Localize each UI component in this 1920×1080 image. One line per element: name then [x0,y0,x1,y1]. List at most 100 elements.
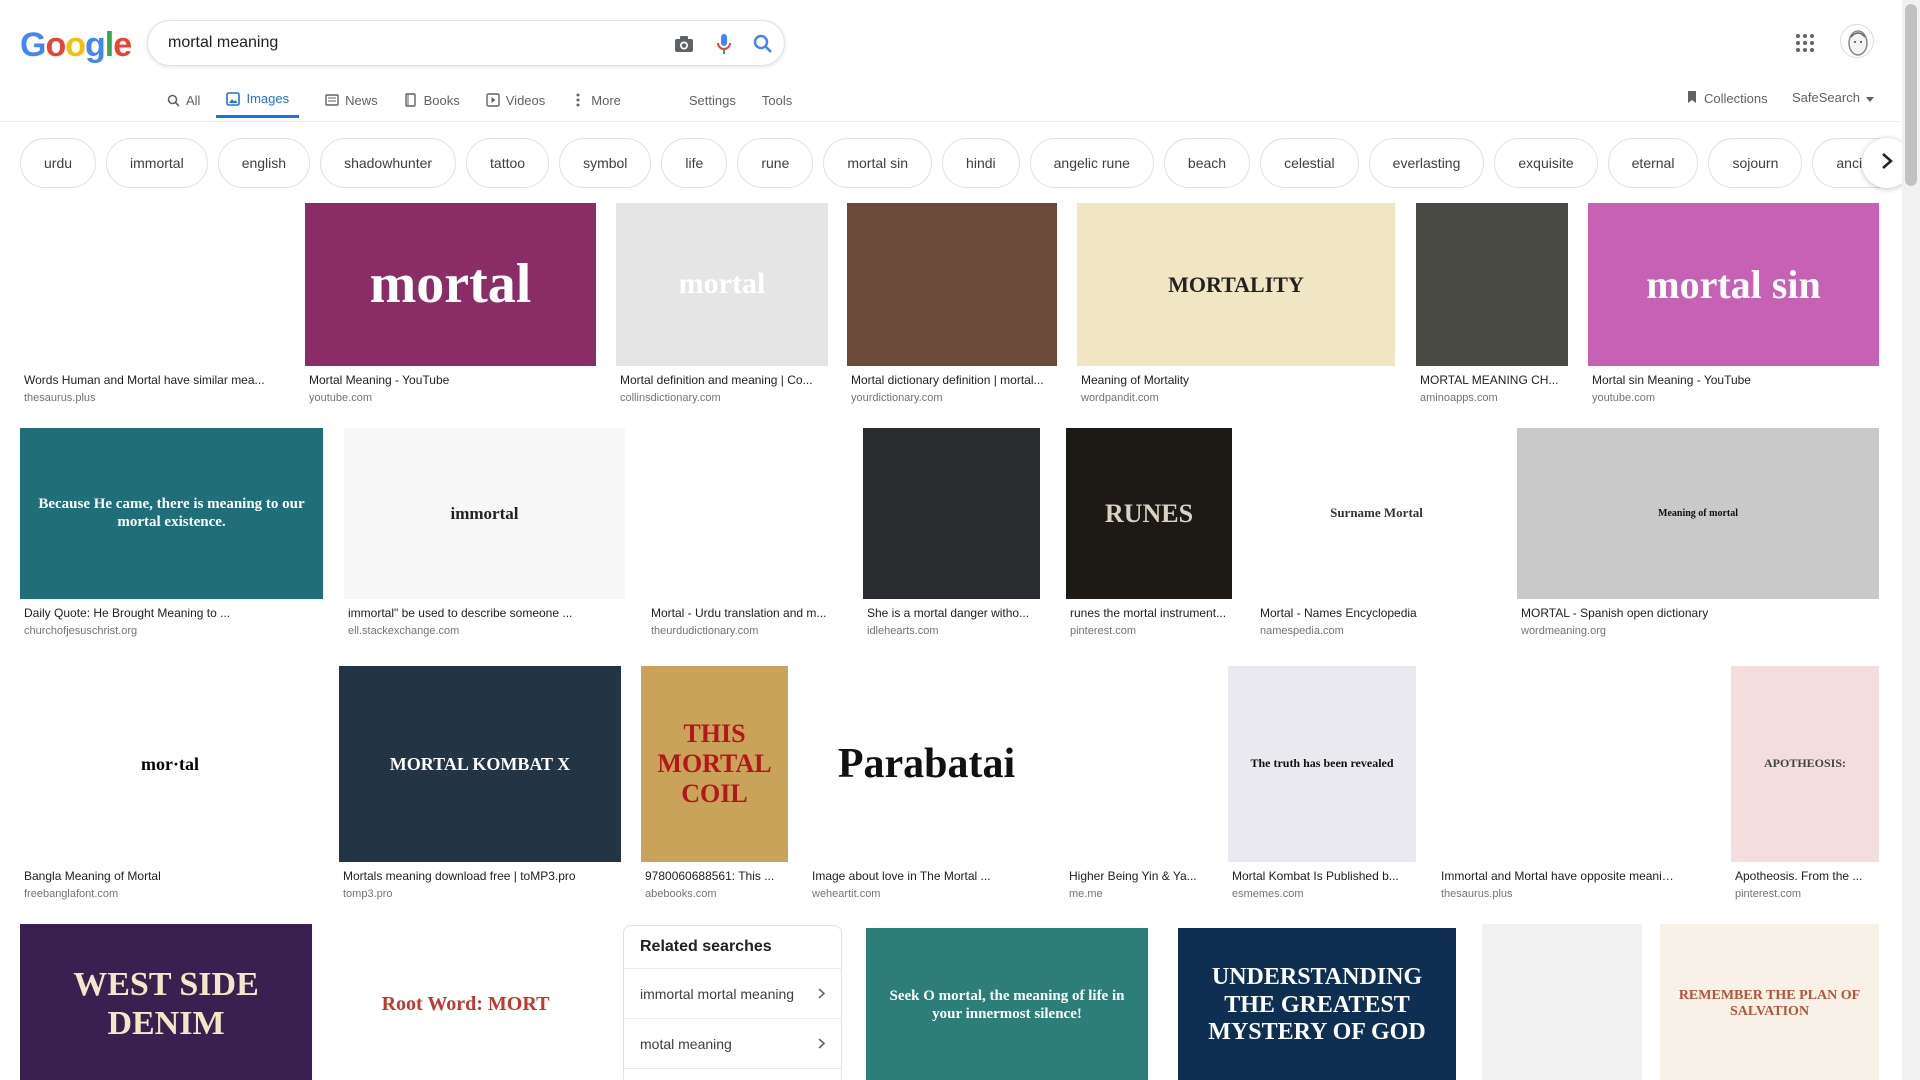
chip[interactable]: rune [737,138,814,188]
google-logo[interactable]: Google [20,26,132,65]
chip[interactable]: life [661,138,728,188]
image-result[interactable]: Seek O mortal, the meaning of life in yo… [866,928,1148,1080]
result-title[interactable]: Mortal Kombat Is Published b... [1232,869,1412,883]
search-input[interactable] [168,31,628,55]
image-result[interactable]: mor·tal Bangla Meaning of Mortal freebangl… [20,666,320,910]
image-result[interactable]: MORTAL MEANING CH... aminoapps.com [1416,203,1568,414]
result-source[interactable]: ell.stackexchange.com [348,625,621,637]
related-search-item[interactable]: immortal mortal meaning [624,969,841,1019]
image-result[interactable]: UNDERSTANDING THE GREATEST MYSTERY OF GO… [1178,928,1456,1080]
result-title[interactable]: 9780060688561: This ... [645,869,784,883]
result-title[interactable]: She is a mortal danger witho... [867,606,1036,620]
chip[interactable]: exquisite [1494,138,1598,188]
result-thumbnail[interactable] [1482,924,1642,1080]
chip[interactable]: symbol [559,138,652,188]
tab-images[interactable]: Images [216,82,300,118]
chip[interactable]: sojourn [1708,138,1803,188]
image-result[interactable]: RUNES runes the mortal instrument... pinte… [1066,428,1232,647]
result-source[interactable]: tomp3.pro [343,888,617,900]
result-thumbnail[interactable]: Because He came, there is meaning to our… [20,428,323,599]
chip[interactable]: tattoo [466,138,550,188]
result-thumbnail[interactable] [1437,666,1679,862]
search-icon[interactable] [751,32,775,56]
safesearch-menu[interactable]: SafeSearch [1792,90,1874,105]
tab-all[interactable]: All [166,82,200,118]
camera-icon[interactable] [672,32,696,56]
result-thumbnail[interactable]: mor·tal [20,666,320,862]
collections-link[interactable]: Collections [1686,90,1768,107]
result-source[interactable]: pinterest.com [1070,625,1228,637]
image-result[interactable]: Meaning of mortal MORTAL - Spanish open d… [1517,428,1879,647]
account-avatar[interactable] [1840,24,1874,58]
image-result[interactable] [1482,924,1642,1080]
image-result[interactable]: Surname Mortal Mortal - Names Encyclopedi… [1256,428,1497,647]
result-title[interactable]: Mortal dictionary definition | mortal... [851,373,1053,387]
chip[interactable]: celestial [1260,138,1359,188]
chip[interactable]: shadowhunter [320,138,457,188]
result-thumbnail[interactable]: mortal [616,203,828,366]
tab-settings[interactable]: Settings [689,82,736,118]
result-thumbnail[interactable] [847,203,1057,366]
result-thumbnail[interactable]: immortal [344,428,625,599]
chip[interactable]: everlasting [1368,138,1485,188]
result-title[interactable]: runes the mortal instrument... [1070,606,1228,620]
result-source[interactable]: esmemes.com [1232,888,1412,900]
result-thumbnail[interactable]: mortal sin [1588,203,1879,366]
result-title[interactable]: Apotheosis. From the ... [1735,869,1875,883]
result-title[interactable]: Mortal Meaning - YouTube [309,373,592,387]
image-result[interactable]: Higher Being Yin & Ya... me.me [1065,666,1205,910]
result-title[interactable]: Higher Being Yin & Ya... [1069,869,1201,883]
image-result[interactable]: Immortal and Mortal have opposite meanin… [1437,666,1679,910]
apps-icon[interactable] [1793,31,1817,55]
result-thumbnail[interactable]: UNDERSTANDING THE GREATEST MYSTERY OF GO… [1178,928,1456,1080]
image-result[interactable]: MORTALITY Meaning of Mortality wordpandit.… [1077,203,1395,414]
tab-more[interactable]: More [571,82,621,118]
chip[interactable]: eternal [1607,138,1699,188]
microphone-icon[interactable] [712,32,736,56]
result-source[interactable]: wordmeaning.org [1521,625,1875,637]
image-result[interactable]: WEST SIDE DENIM [20,924,312,1080]
page-scrollbar[interactable] [1902,0,1920,1080]
result-thumbnail[interactable] [863,428,1040,599]
result-thumbnail[interactable]: Meaning of mortal [1517,428,1879,599]
result-source[interactable]: pinterest.com [1735,888,1875,900]
result-thumbnail[interactable] [647,428,841,599]
image-result[interactable]: mortal sin Mortal sin Meaning - YouTube yo… [1588,203,1879,414]
result-title[interactable]: Mortal sin Meaning - YouTube [1592,373,1875,387]
image-result[interactable]: Words Human and Mortal have similar mea.… [20,203,285,414]
result-source[interactable]: youtube.com [1592,392,1875,404]
image-result[interactable]: Mortal - Urdu translation and m... theurd… [647,428,841,647]
related-search-item[interactable]: motal meaning [624,1019,841,1069]
result-source[interactable]: collinsdictionary.com [620,392,824,404]
result-thumbnail[interactable]: APOTHEOSIS: [1731,666,1879,862]
image-result[interactable]: THIS MORTAL COIL 9780060688561: This ... a… [641,666,788,910]
result-title[interactable]: Mortal - Names Encyclopedia [1260,606,1493,620]
result-source[interactable]: thesaurus.plus [1441,888,1675,900]
result-thumbnail[interactable]: REMEMBER THE PLAN OF SALVATION [1660,924,1879,1080]
chip[interactable]: english [217,138,311,188]
result-title[interactable]: Mortal definition and meaning | Co... [620,373,824,387]
tab-news[interactable]: News [325,82,378,118]
chip[interactable]: mortal sin [823,138,933,188]
result-title[interactable]: Bangla Meaning of Mortal [24,869,316,883]
result-title[interactable]: Mortals meaning download free | toMP3.pr… [343,869,617,883]
result-title[interactable]: immortal" be used to describe someone ..… [348,606,621,620]
result-title[interactable]: Words Human and Mortal have similar mea.… [24,373,281,387]
result-title[interactable]: Meaning of Mortality [1081,373,1391,387]
result-source[interactable]: me.me [1069,888,1201,900]
result-thumbnail[interactable]: THIS MORTAL COIL [641,666,788,862]
result-thumbnail[interactable]: RUNES [1066,428,1232,599]
result-thumbnail[interactable]: Root Word: MORT [335,924,596,1080]
result-source[interactable]: freebanglafont.com [24,888,316,900]
result-title[interactable]: Daily Quote: He Brought Meaning to ... [24,606,319,620]
image-result[interactable]: Because He came, there is meaning to our… [20,428,323,647]
result-source[interactable]: theurdudictionary.com [651,625,837,637]
tab-videos[interactable]: Videos [486,82,545,118]
result-source[interactable]: aminoapps.com [1420,392,1564,404]
image-result[interactable]: Mortal dictionary definition | mortal...… [847,203,1057,414]
result-thumbnail[interactable]: Surname Mortal [1256,428,1497,599]
result-thumbnail[interactable]: MORTALITY [1077,203,1395,366]
image-result[interactable]: Root Word: MORT [335,924,596,1080]
result-thumbnail[interactable] [1416,203,1568,366]
chip[interactable]: urdu [20,138,97,188]
